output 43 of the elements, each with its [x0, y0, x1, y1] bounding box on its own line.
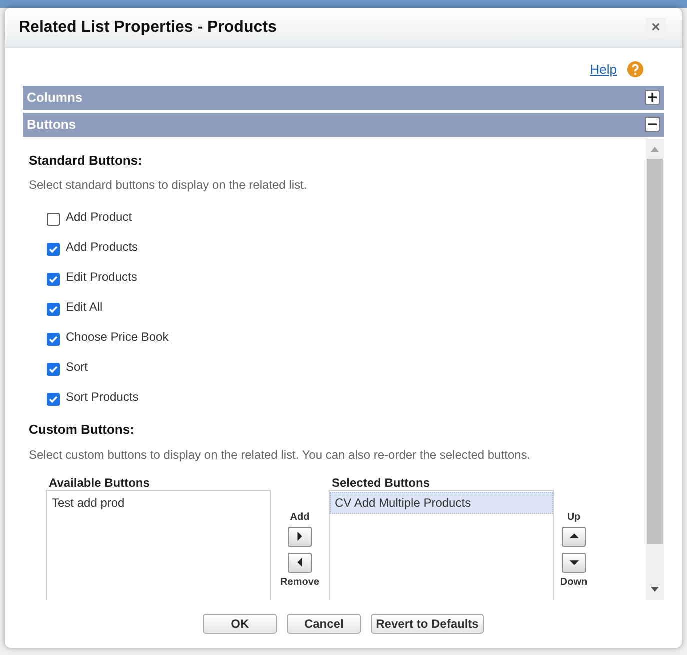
close-button[interactable]: × [646, 18, 666, 38]
checkbox-label: Sort [66, 359, 88, 376]
list-item[interactable]: Test add prod [47, 492, 270, 514]
scroll-thumb[interactable] [647, 158, 663, 544]
expand-icon[interactable] [645, 90, 660, 105]
list-title: Selected Buttons [331, 476, 432, 490]
checkbox-label: Choose Price Book [66, 329, 169, 346]
checkbox[interactable] [47, 392, 60, 406]
add-label: Add [290, 510, 310, 524]
checkbox-label: Edit Products [66, 269, 138, 286]
checkbox[interactable] [47, 242, 60, 256]
add-button[interactable] [288, 526, 312, 546]
section-description: Select standard buttons to display on the related list. [29, 177, 308, 194]
section-heading: Standard Buttons: [29, 152, 144, 170]
list-box[interactable]: CV Add Multiple Products [329, 490, 554, 600]
help-icon[interactable] [627, 61, 644, 78]
section-description: Select custom buttons to display on the related list. You can also re-order the selected buttons. [29, 446, 532, 464]
remove-button[interactable] [288, 552, 312, 572]
checkbox-label: Sort Products [66, 389, 139, 406]
scrollbar[interactable] [646, 138, 664, 600]
move-down-button[interactable] [562, 552, 586, 572]
help-link[interactable]: Help [590, 60, 617, 80]
list-item[interactable]: CV Add Multiple Products [330, 492, 553, 514]
list-title: Available Buttons [48, 476, 151, 490]
section-heading: Custom Buttons: [29, 421, 136, 439]
checkbox[interactable] [47, 272, 60, 286]
checkbox-label: Edit All [66, 299, 103, 316]
dialog-button[interactable]: Cancel [287, 614, 362, 634]
checkbox-label: Add Product [66, 209, 132, 226]
checkbox-label: Add Products [66, 239, 138, 256]
dialog-button[interactable]: OK [203, 614, 278, 634]
dialog-button[interactable]: Revert to Defaults [371, 614, 484, 634]
move-up-button[interactable] [562, 526, 586, 546]
down-label: Down [560, 576, 588, 590]
collapse-icon[interactable] [645, 117, 660, 132]
dialog-title: Related List Properties - Products [19, 18, 277, 38]
up-label: Up [567, 510, 581, 524]
list-box[interactable]: Test add prod [46, 490, 271, 600]
remove-label: Remove [280, 576, 320, 590]
checkbox[interactable] [47, 302, 60, 316]
checkbox[interactable] [47, 332, 60, 346]
checkbox[interactable] [47, 212, 60, 226]
checkbox[interactable] [47, 362, 60, 376]
